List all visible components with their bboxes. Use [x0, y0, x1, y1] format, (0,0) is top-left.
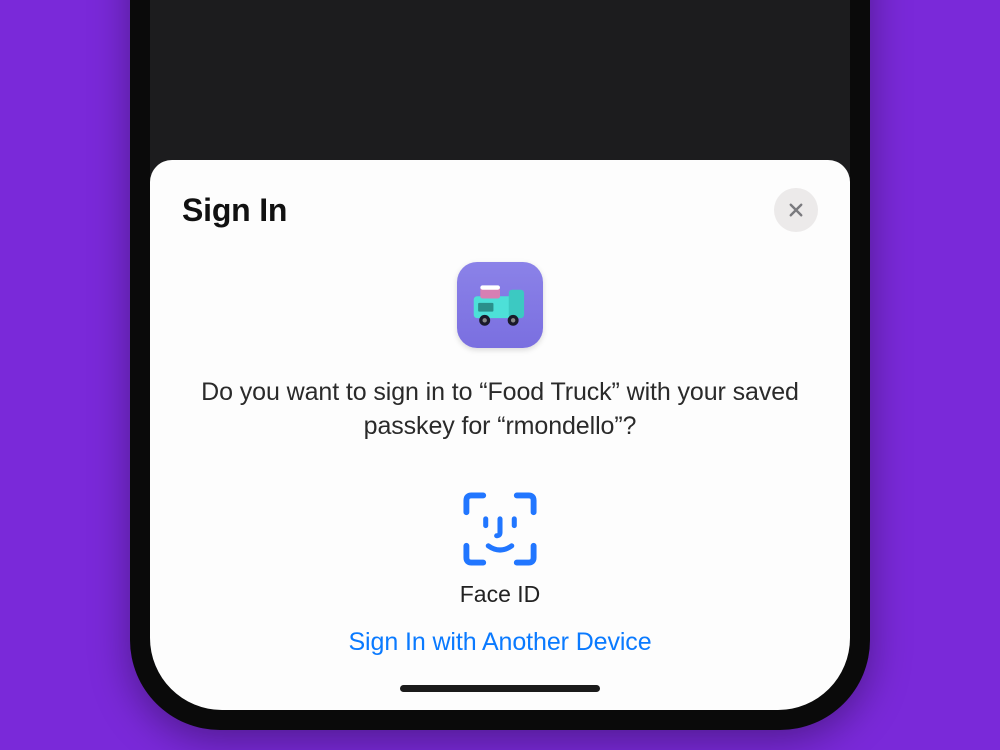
faceid-icon[interactable]	[458, 487, 542, 571]
food-truck-icon	[465, 270, 535, 340]
faceid-label: Face ID	[460, 581, 541, 608]
app-icon	[457, 262, 543, 348]
phone-screen: Sign In	[150, 0, 850, 710]
sheet-title: Sign In	[182, 192, 287, 229]
signin-prompt: Do you want to sign in to “Food Truck” w…	[182, 376, 818, 444]
home-indicator[interactable]	[400, 685, 600, 692]
signin-sheet: Sign In	[150, 160, 850, 710]
close-button[interactable]	[774, 188, 818, 232]
signin-another-device-link[interactable]: Sign In with Another Device	[348, 628, 651, 657]
sheet-header: Sign In	[182, 188, 818, 232]
faceid-block: Face ID Sign In with Another Device	[182, 487, 818, 692]
close-icon	[787, 201, 805, 219]
phone-frame: Sign In	[130, 0, 870, 730]
